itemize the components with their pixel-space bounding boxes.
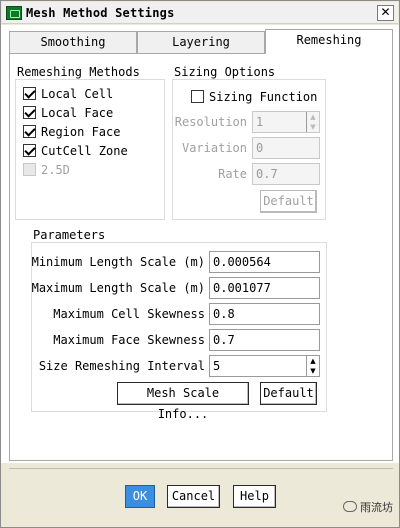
checkbox-2-5d: 2.5D xyxy=(23,162,153,178)
mesh-scale-info-button[interactable]: Mesh Scale Info... xyxy=(117,382,249,421)
checkbox-label: Local Cell xyxy=(41,87,114,101)
max-face-skewness-label: Maximum Face Skewness xyxy=(53,333,205,347)
size-remeshing-interval-value: 5 xyxy=(213,359,221,373)
checkbox-region-face[interactable]: Region Face xyxy=(23,124,153,140)
resolution-spinner: ▲ ▼ xyxy=(306,112,319,132)
cancel-button[interactable]: Cancel xyxy=(167,485,220,508)
rate-field: 0.7 xyxy=(252,163,320,185)
max-length-scale-label: Maximum Length Scale (m) xyxy=(31,281,205,295)
tab-layering[interactable]: Layering xyxy=(137,31,265,53)
checkbox-local-face[interactable]: Local Face xyxy=(23,105,153,121)
checkbox-box[interactable] xyxy=(23,125,36,138)
parameters-default-button[interactable]: Default xyxy=(260,382,317,405)
checkbox-box xyxy=(23,163,36,176)
checkbox-box[interactable] xyxy=(23,106,36,119)
resolution-label: Resolution xyxy=(174,115,247,129)
checkbox-sizing-function[interactable]: Sizing Function xyxy=(191,89,321,105)
resolution-value: 1 xyxy=(256,115,264,129)
footer-divider xyxy=(9,468,393,469)
checkbox-label: Sizing Function xyxy=(209,90,318,104)
size-remeshing-interval-field[interactable]: 5 ▲ ▼ xyxy=(209,355,320,377)
checkbox-cutcell-zone[interactable]: CutCell Zone xyxy=(23,143,153,159)
spin-down-icon: ▼ xyxy=(310,123,316,131)
sizing-default-button: Default xyxy=(260,190,317,213)
variation-field: 0 xyxy=(252,137,320,159)
min-length-scale-field[interactable]: 0.000564 xyxy=(209,251,320,273)
parameters-title: Parameters xyxy=(31,228,108,242)
tab-remeshing[interactable]: Remeshing xyxy=(265,29,393,54)
help-button[interactable]: Help xyxy=(233,485,276,508)
max-face-skewness-field[interactable]: 0.7 xyxy=(209,329,320,351)
rate-label: Rate xyxy=(218,167,247,181)
ok-button[interactable]: OK xyxy=(125,485,155,508)
min-length-scale-label: Minimum Length Scale (m) xyxy=(31,255,205,269)
remeshing-methods-title: Remeshing Methods xyxy=(15,65,142,79)
tab-smoothing[interactable]: Smoothing xyxy=(9,31,137,53)
checkbox-label: 2.5D xyxy=(41,163,70,177)
app-mesh-icon xyxy=(6,6,22,20)
max-cell-skewness-label: Maximum Cell Skewness xyxy=(53,307,205,321)
resolution-field: 1 ▲ ▼ xyxy=(252,111,320,133)
sizing-options-title: Sizing Options xyxy=(172,65,278,79)
max-cell-skewness-field[interactable]: 0.8 xyxy=(209,303,320,325)
spin-up-icon: ▲ xyxy=(310,113,316,121)
watermark-text: 雨流坊 xyxy=(360,501,393,514)
checkbox-box[interactable] xyxy=(23,144,36,157)
title-bar[interactable]: Mesh Method Settings ✕ xyxy=(2,2,398,24)
size-remeshing-interval-label: Size Remeshing Interval xyxy=(38,359,205,373)
window-title: Mesh Method Settings xyxy=(26,6,175,20)
watermark: 雨流坊 xyxy=(343,499,393,515)
checkbox-box[interactable] xyxy=(23,87,36,100)
spin-down-icon[interactable]: ▼ xyxy=(307,366,319,376)
spin-up-icon[interactable]: ▲ xyxy=(307,356,319,366)
close-button[interactable]: ✕ xyxy=(377,5,394,21)
variation-label: Variation xyxy=(181,141,247,155)
checkbox-box[interactable] xyxy=(191,90,204,103)
remeshing-interval-spinner[interactable]: ▲ ▼ xyxy=(306,356,319,376)
tab-bar: Smoothing Layering Remeshing xyxy=(9,29,393,54)
checkbox-local-cell[interactable]: Local Cell xyxy=(23,86,153,102)
mesh-method-settings-dialog: Mesh Method Settings ✕ Smoothing Layerin… xyxy=(0,0,400,528)
wechat-icon xyxy=(343,501,357,512)
max-length-scale-field[interactable]: 0.001077 xyxy=(209,277,320,299)
checkbox-label: CutCell Zone xyxy=(41,144,128,158)
checkbox-label: Region Face xyxy=(41,125,121,139)
checkbox-label: Local Face xyxy=(41,106,114,120)
